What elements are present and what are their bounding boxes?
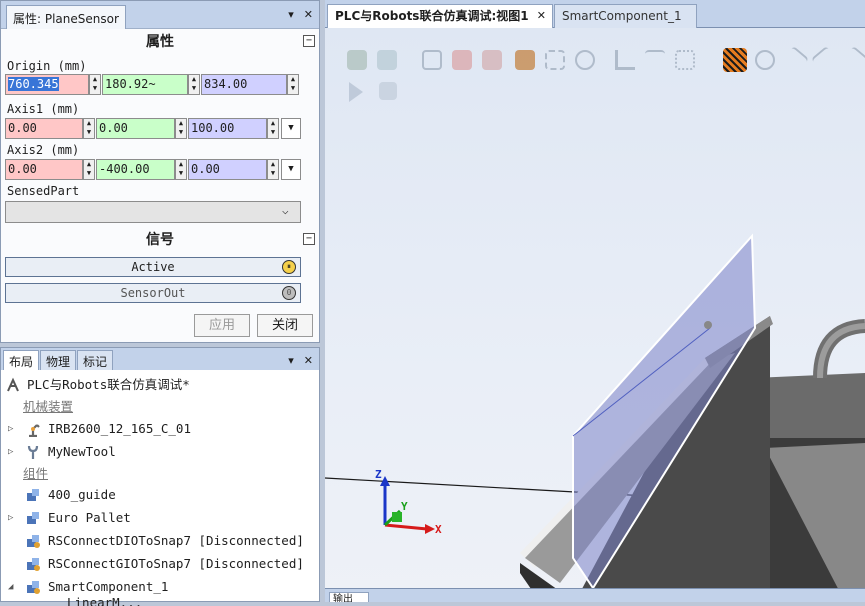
origin-label: Origin (mm) [7, 59, 87, 73]
chevron-down-icon[interactable]: ⌵ [282, 204, 289, 217]
tab-physics[interactable]: 物理 [40, 350, 77, 370]
tab-markers[interactable]: 标记 [77, 350, 114, 370]
axis2-z-field[interactable]: 0.00 [188, 159, 267, 180]
category-mechanisms: 机械装置 [23, 399, 74, 414]
origin-z-stepper[interactable]: ▲ ▼ [287, 74, 299, 95]
section-signals-title: 信号 [146, 232, 174, 248]
tree-root[interactable]: PLC与Robots联合仿真调试* [5, 374, 315, 396]
tree-root-label: PLC与Robots联合仿真调试* [27, 377, 190, 392]
axis2-label: Axis2 (mm) [7, 143, 80, 157]
tree-item-component[interactable]: RSConnectDIOToSnap7 [Disconnected] [5, 530, 315, 552]
pin-icon[interactable]: ▾ [288, 354, 294, 367]
tab-view1-label: PLC与Robots联合仿真调试:视图1 [335, 9, 529, 23]
tree-item-tool[interactable]: ▷ MyNewTool [5, 441, 315, 463]
expand-icon[interactable]: ▷ [8, 418, 13, 440]
expand-icon[interactable]: ▷ [8, 441, 13, 463]
close-icon[interactable]: ✕ [304, 354, 313, 367]
component-icon [27, 512, 39, 524]
bottom-panel-bar: 输出 [325, 588, 865, 602]
section-properties-title: 属性 [146, 34, 174, 50]
collapse-icon[interactable]: ◢ [8, 576, 13, 598]
component-icon [27, 489, 39, 501]
axis1-z-field[interactable]: 100.00 [188, 118, 267, 139]
tree-item-label: MyNewTool [48, 444, 116, 459]
tree-item-label: Euro Pallet [48, 510, 131, 525]
axis2-y-field[interactable]: -400.00 [96, 159, 175, 180]
origin-z-field[interactable]: 834.00 [201, 74, 287, 95]
signal-active-button[interactable]: Active ⏸ [5, 257, 301, 277]
collapse-signals-icon[interactable]: − [303, 233, 315, 245]
origin-x-field[interactable]: 760.345 [5, 74, 89, 95]
origin-y-field[interactable]: 180.92~ [102, 74, 188, 95]
axis1-y-field[interactable]: 0.00 [96, 118, 175, 139]
viewport-3d[interactable]: Z Y X 输出 [325, 28, 865, 602]
tree-item-label: 400_guide [48, 487, 116, 502]
signal-sensorout-label: SensorOut [120, 286, 186, 300]
axis2-x-field[interactable]: 0.00 [5, 159, 83, 180]
robot-icon [29, 424, 40, 437]
origin-x-value: 760.345 [8, 77, 59, 91]
close-button[interactable]: 关闭 [257, 314, 313, 337]
smart-component-icon [27, 535, 40, 548]
axis2-z-stepper[interactable]: ▲ ▼ [267, 159, 279, 180]
smart-component-icon [27, 581, 40, 594]
pin-icon[interactable]: ▾ [288, 8, 294, 21]
smart-component-icon [27, 558, 40, 571]
origin-x-stepper[interactable]: ▲ ▼ [89, 74, 101, 95]
tab-output[interactable]: 输出 [329, 592, 369, 602]
tree-item-label: IRB2600_12_165_C_01 [48, 421, 191, 436]
signal-led-off-icon: 0 [282, 286, 296, 300]
tree-item-component[interactable]: 400_guide [5, 484, 315, 506]
properties-panel: 属性: PlaneSensor ▾ ✕ 属性 − Origin (mm) 760… [0, 0, 320, 343]
tree-item-component[interactable]: ◢ SmartComponent_1 [5, 576, 315, 598]
tree-item-label: RSConnectGIOToSnap7 [Disconnected] [48, 556, 304, 571]
axis2-y-stepper[interactable]: ▲ ▼ [175, 159, 187, 180]
signal-sensorout-button[interactable]: SensorOut 0 [5, 283, 301, 303]
axis1-y-stepper[interactable]: ▲ ▼ [175, 118, 187, 139]
close-icon[interactable]: ✕ [537, 5, 546, 27]
apply-button[interactable]: 应用 [194, 314, 250, 337]
sensedpart-select[interactable] [5, 201, 301, 223]
axis-y-label: Y [401, 500, 408, 513]
tab-layout[interactable]: 布局 [3, 350, 40, 370]
tree-item-label: RSConnectDIOToSnap7 [Disconnected] [48, 533, 304, 548]
station-icon [7, 377, 19, 392]
signal-led-on-icon: ⏸ [282, 260, 296, 274]
origin-y-stepper[interactable]: ▲ ▼ [188, 74, 200, 95]
tree-item-robot[interactable]: ▷ IRB2600_12_165_C_01 [5, 418, 315, 440]
axis1-x-stepper[interactable]: ▲ ▼ [83, 118, 95, 139]
tree-item-label: LinearM... [67, 596, 143, 606]
tree-item-component[interactable]: RSConnectGIOToSnap7 [Disconnected] [5, 553, 315, 575]
axis1-x-field[interactable]: 0.00 [5, 118, 83, 139]
axis-z-label: Z [375, 468, 382, 481]
tree-item-label: SmartComponent_1 [48, 579, 169, 594]
close-icon[interactable]: ✕ [304, 8, 313, 21]
axis2-x-stepper[interactable]: ▲ ▼ [83, 159, 95, 180]
axis1-z-stepper[interactable]: ▲ ▼ [267, 118, 279, 139]
properties-titlebar: 属性: PlaneSensor ▾ ✕ [1, 1, 319, 29]
layout-tabbar: 布局 物理 标记 ▾ ✕ [1, 348, 319, 370]
scene-graphic [325, 233, 865, 602]
tool-icon [27, 445, 39, 459]
layout-panel: 布局 物理 标记 ▾ ✕ PLC与Robots联合仿真调试* 机械装置 ▷ IR… [0, 347, 320, 606]
tree-item-component[interactable]: ▷ Euro Pallet [5, 507, 315, 529]
axis2-dropdown-icon[interactable]: ▼ [281, 159, 301, 180]
axis1-label: Axis1 (mm) [7, 102, 80, 116]
collapse-properties-icon[interactable]: − [303, 35, 315, 47]
expand-icon[interactable]: ▷ [8, 507, 13, 529]
properties-tab[interactable]: 属性: PlaneSensor [6, 4, 126, 29]
tab-view1[interactable]: PLC与Robots联合仿真调试:视图1 ✕ [327, 4, 553, 28]
axis-x-label: X [435, 523, 442, 536]
tab-smartcomponent[interactable]: SmartComponent_1 [554, 4, 697, 28]
tree-item-child[interactable]: LinearM... [41, 596, 311, 606]
signal-active-label: Active [131, 260, 175, 274]
view-tabbar: PLC与Robots联合仿真调试:视图1 ✕ SmartComponent_1 [325, 0, 865, 28]
axis1-dropdown-icon[interactable]: ▼ [281, 118, 301, 139]
category-components: 组件 [23, 466, 49, 481]
sensedpart-label: SensedPart [7, 184, 80, 198]
